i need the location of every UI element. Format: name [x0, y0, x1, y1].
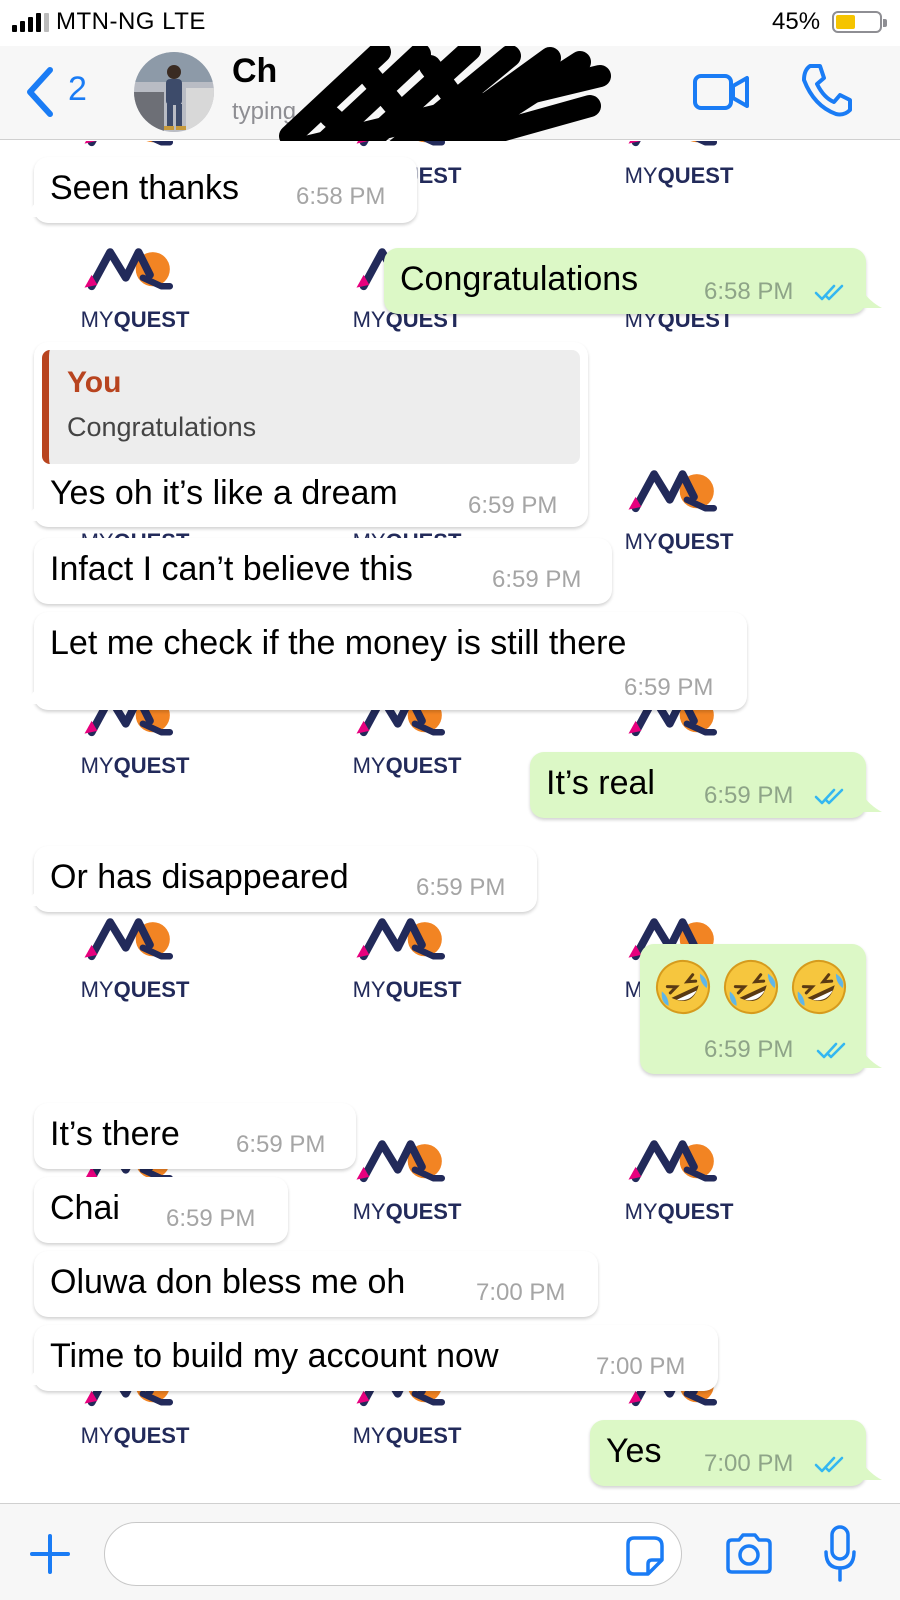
message-bubble[interactable]: Oluwa don bless me oh 7:00 PM: [34, 1251, 598, 1317]
message-time: 6:59 PM: [624, 674, 714, 701]
unread-count: 2: [68, 70, 87, 108]
quoted-text: Congratulations: [67, 412, 257, 442]
message-bubble[interactable]: Congratulations 6:58 PM: [384, 248, 882, 314]
message-bubble-reply[interactable]: You Congratulations Yes oh it’s like a d…: [18, 342, 588, 527]
quoted-message[interactable]: You Congratulations: [42, 350, 580, 464]
message-bubble[interactable]: It’s real 6:59 PM: [530, 752, 882, 818]
camera-button[interactable]: [724, 1532, 774, 1576]
message-text: Or has disappeared: [50, 858, 349, 896]
message-time: 6:59 PM: [704, 782, 794, 809]
message-time: 6:59 PM: [236, 1131, 326, 1158]
message-time: 6:59 PM: [468, 492, 558, 519]
sticker-button[interactable]: [622, 1534, 666, 1578]
attach-button[interactable]: [28, 1532, 72, 1576]
message-text: Yes: [606, 1432, 662, 1470]
message-time: 6:59 PM: [416, 874, 506, 901]
message-time: 7:00 PM: [704, 1450, 794, 1477]
message-list[interactable]: MYQUEST MYQUEST MYQUEST MYQUEST MYQUEST MYQUE…: [0, 141, 900, 1503]
message-text: Yes oh it’s like a dream: [50, 474, 398, 512]
message-bubble[interactable]: Time to build my account now 7:00 PM: [18, 1325, 718, 1391]
message-bubble[interactable]: Let me check if the money is still there…: [18, 612, 747, 710]
read-receipt-icon: [816, 1040, 850, 1060]
back-button[interactable]: 2: [22, 64, 102, 120]
phone-icon: [802, 64, 852, 117]
chat-header: 2 Ch typing...: [0, 46, 900, 206]
message-input[interactable]: [104, 1522, 682, 1586]
message-time: 6:58 PM: [296, 183, 386, 210]
message-bubble-emoji[interactable]: 6:59 PM: [640, 944, 882, 1074]
plus-icon: [30, 1534, 70, 1574]
read-receipt-icon: [814, 786, 848, 806]
voice-call-button[interactable]: [800, 62, 852, 118]
message-text: Infact I can’t believe this: [50, 550, 413, 588]
battery-icon: [832, 11, 887, 33]
message-bubble[interactable]: It’s there 6:59 PM: [34, 1103, 356, 1169]
voice-message-button[interactable]: [822, 1524, 858, 1584]
message-text: Seen thanks: [50, 169, 240, 207]
message-text: It’s there: [50, 1115, 180, 1153]
sticker-icon: [626, 1536, 664, 1576]
message-bubble[interactable]: Yes 7:00 PM: [590, 1420, 882, 1486]
status-bar: MTN-NG LTE 45%: [0, 0, 900, 46]
carrier-label: MTN-NG LTE: [56, 8, 206, 35]
message-time: 6:58 PM: [704, 278, 794, 305]
message-bubble[interactable]: Chai 6:59 PM: [34, 1177, 288, 1243]
message-bubble[interactable]: Or has disappeared 6:59 PM: [18, 846, 537, 912]
message-time: 6:59 PM: [704, 1036, 794, 1063]
message-text: Time to build my account now: [50, 1337, 499, 1375]
rolling-on-floor-laughing-emoji: [654, 958, 712, 1016]
myquest-watermark-logo: MYQUEST: [604, 1137, 754, 1227]
myquest-watermark-logo: MYQUEST: [60, 245, 210, 335]
read-receipt-icon: [814, 1454, 848, 1474]
myquest-watermark-logo: MYQUEST: [604, 141, 754, 191]
message-text: Oluwa don bless me oh: [50, 1263, 406, 1301]
rolling-on-floor-laughing-emoji: [722, 958, 780, 1016]
myquest-watermark-logo: MYQUEST: [332, 915, 482, 1005]
message-text: Congratulations: [400, 260, 639, 298]
message-text: Let me check if the money is still there: [50, 624, 627, 662]
message-time: 6:59 PM: [166, 1205, 256, 1232]
microphone-icon: [824, 1525, 856, 1582]
chevron-left-icon: [27, 67, 53, 117]
video-camera-icon: [693, 74, 749, 110]
read-receipt-icon: [814, 282, 848, 302]
myquest-watermark-logo: MYQUEST: [604, 467, 754, 557]
message-text: It’s real: [546, 764, 655, 802]
message-text: Chai: [50, 1189, 120, 1227]
message-time: 7:00 PM: [476, 1279, 566, 1306]
video-call-button[interactable]: [692, 70, 752, 114]
avatar[interactable]: [134, 52, 214, 132]
quoted-author: You: [67, 366, 122, 399]
contact-photo: [134, 52, 214, 132]
myquest-watermark-logo: MYQUEST: [60, 915, 210, 1005]
message-bubble[interactable]: Seen thanks 6:58 PM: [18, 157, 417, 223]
composer-bar: [0, 1503, 900, 1600]
rolling-on-floor-laughing-emoji: [790, 958, 848, 1016]
message-bubble[interactable]: Infact I can’t believe this 6:59 PM: [34, 538, 612, 604]
message-time: 6:59 PM: [492, 566, 582, 593]
camera-icon: [726, 1533, 772, 1574]
battery-percent: 45%: [772, 8, 821, 35]
message-time: 7:00 PM: [596, 1353, 686, 1380]
